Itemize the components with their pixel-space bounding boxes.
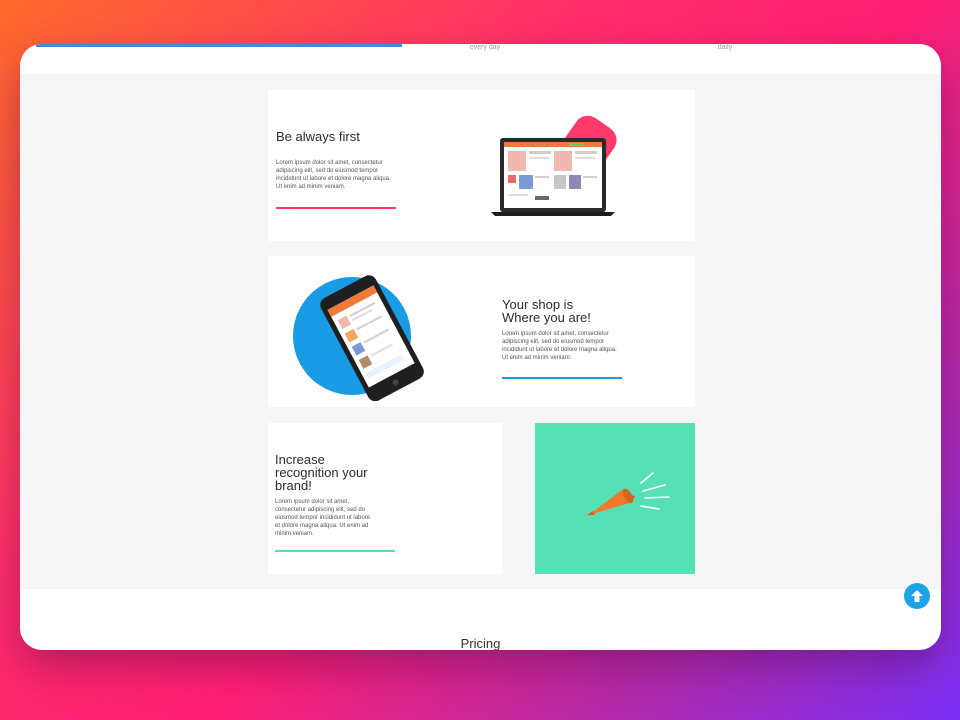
phone-illustration: [293, 275, 424, 401]
feature-card-your-shop: Your shop is Where you are! Lorem ipsum …: [268, 256, 695, 407]
browser-window: every day daily Be always first Lorem ip…: [20, 44, 941, 650]
feature-underline: [276, 207, 396, 209]
stat-caption-daily: daily: [717, 44, 733, 51]
stats-strip: every day daily: [20, 44, 941, 74]
megaphone-icon: [587, 472, 670, 515]
feature-title: Be always first: [276, 129, 360, 144]
arrow-up-icon: [911, 590, 923, 602]
pricing-heading: Pricing: [460, 636, 501, 650]
feature-card-increase-recognition: Increase recognition your brand! Lorem i…: [268, 423, 502, 574]
feature-description: Lorem ipsum dolor sit amet, consectetur …: [276, 160, 391, 190]
feature-description: Lorem ipsum dolor sit amet, consectetur …: [275, 499, 371, 537]
feature-title-line-2: Where you are!: [502, 310, 591, 325]
laptop-base: [491, 212, 615, 216]
laptop-illustration: [491, 115, 617, 216]
features-section: Be always first Lorem ipsum dolor sit am…: [20, 74, 941, 589]
megaphone-tile: [535, 423, 695, 574]
feature-underline: [502, 377, 622, 379]
feature-description: Lorem ipsum dolor sit amet, consectetur …: [502, 331, 617, 361]
feature-underline: [275, 550, 395, 552]
back-to-top-button[interactable]: [904, 583, 930, 609]
feature-title-line-3: brand!: [275, 478, 312, 493]
section-progress-line: [36, 44, 402, 47]
feature-card-be-always-first: Be always first Lorem ipsum dolor sit am…: [268, 90, 695, 241]
stat-caption-every-day: every day: [469, 44, 501, 51]
